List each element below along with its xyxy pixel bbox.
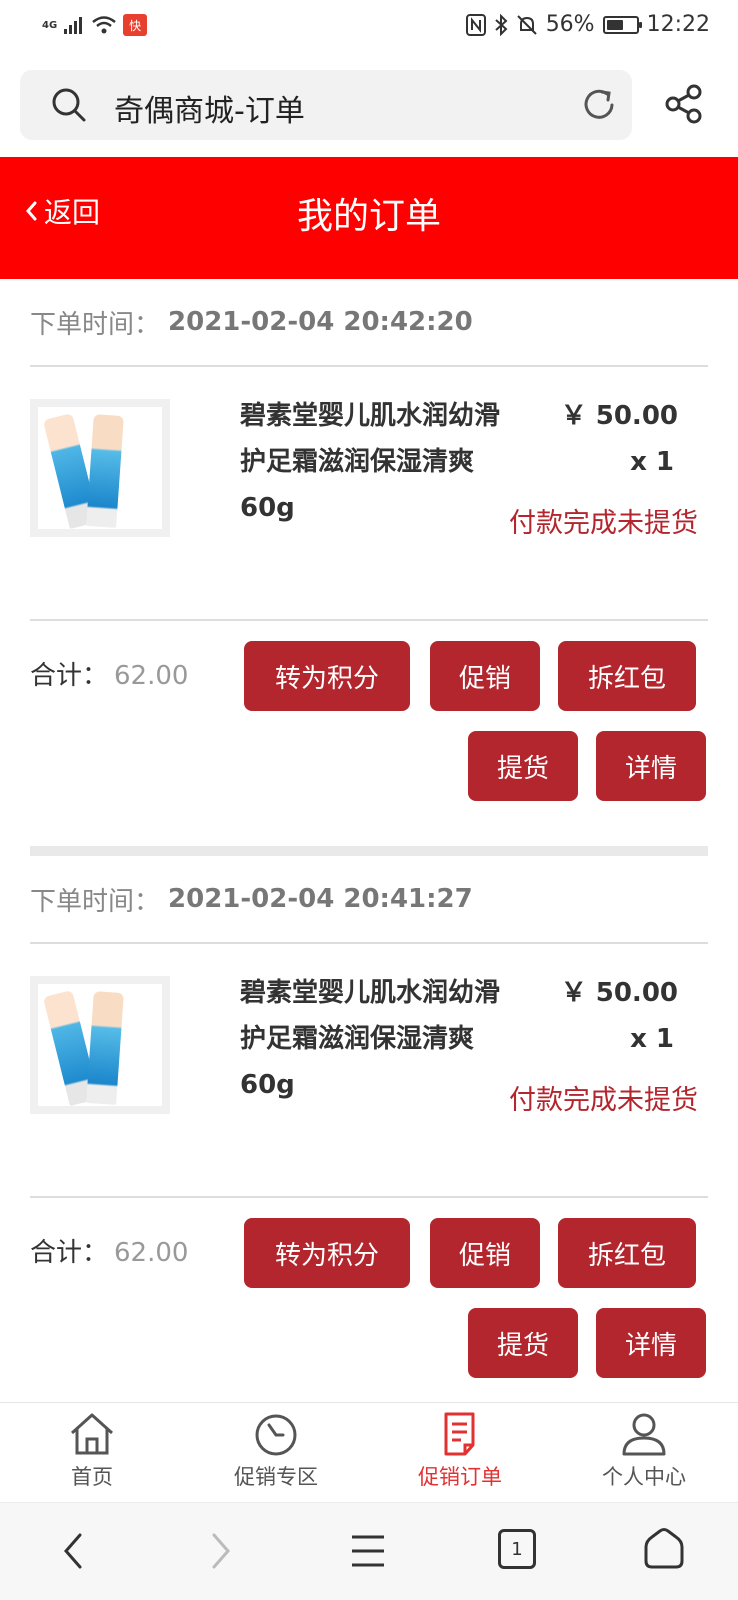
order-time-value: 2021-02-04 20:41:27 [168,884,473,914]
order-card: 下单时间： 2021-02-04 20:42:20 碧素堂婴儿肌水润幼滑护足霜滋… [30,279,708,841]
product-name[interactable]: 碧素堂婴儿肌水润幼滑护足霜滋润保湿清爽60g [240,970,510,1108]
bluetooth-icon [495,13,508,36]
order-total: 合计： 62.00 [30,1232,188,1269]
battery-icon [602,15,642,34]
status-right: 56% 12:22 [465,12,710,37]
promo-button[interactable]: 促销 [430,641,540,711]
order-status: 付款完成未提货 [509,1085,698,1116]
order-time-row: 下单时间： 2021-02-04 20:42:20 [30,279,708,367]
order-actions: 合计： 62.00 转为积分 促销 拆红包 提货 详情 [30,621,708,841]
user-icon [622,1413,666,1456]
tab-promotions[interactable]: 促销专区 [184,1411,368,1491]
product-image [38,407,162,529]
app-notification-icon: 快 [123,14,148,36]
home-icon [70,1413,114,1455]
promo-button[interactable]: 促销 [430,1218,540,1288]
details-button[interactable]: 详情 [596,731,706,801]
product-name[interactable]: 碧素堂婴儿肌水润幼滑护足霜滋润保湿清爽60g [240,393,510,531]
product-quantity: x 1 [630,447,674,477]
tabs-count: 1 [511,1538,523,1560]
tab-profile[interactable]: 个人中心 [552,1411,736,1491]
total-label: 合计： [30,1238,109,1268]
tab-label: 个人中心 [602,1465,686,1489]
red-packet-button[interactable]: 拆红包 [558,1218,696,1288]
clock: 12:22 [646,12,710,37]
product-thumbnail[interactable] [30,399,170,537]
page-header: 返回 我的订单 [0,157,738,279]
signal-icon [64,17,83,34]
product-tube-shape [86,991,124,1105]
product-price: ￥ 50.00 [560,978,678,1008]
total-value: 62.00 [114,661,189,691]
refresh-icon[interactable] [580,86,618,124]
convert-points-button[interactable]: 转为积分 [244,1218,410,1288]
back-arrow-icon[interactable] [60,1531,88,1571]
wifi-icon [92,16,116,34]
tab-label: 首页 [71,1465,113,1489]
product-tube-shape [86,414,124,528]
order-divider [30,846,708,856]
order-time-value: 2021-02-04 20:42:20 [168,307,473,337]
order-product[interactable]: 碧素堂婴儿肌水润幼滑护足霜滋润保湿清爽60g ￥ 50.00 x 1 付款完成未… [30,944,708,1198]
order-actions: 合计： 62.00 转为积分 促销 拆红包 提货 详情 [30,1198,708,1418]
timer-icon [255,1414,297,1456]
order-doc-icon [444,1412,475,1456]
order-status: 付款完成未提货 [509,508,698,539]
order-time-label: 下单时间： [30,886,161,917]
order-card: 下单时间： 2021-02-04 20:41:27 碧素堂婴儿肌水润幼滑护足霜滋… [30,856,708,1418]
order-time-row: 下单时间： 2021-02-04 20:41:27 [30,856,708,944]
battery-level [606,19,623,30]
forward-arrow-icon[interactable] [206,1531,234,1571]
home-nav-icon[interactable] [642,1527,686,1571]
address-text[interactable]: 奇偶商城-订单 [114,86,305,130]
order-total: 合计： 62.00 [30,655,188,692]
product-image [38,984,162,1106]
search-icon[interactable] [50,86,88,124]
status-left: 4G 快 [42,14,148,36]
pickup-button[interactable]: 提货 [468,1308,578,1378]
battery-percent: 56% [545,12,595,37]
browser-nav-bar: 1 [0,1502,738,1600]
order-product[interactable]: 碧素堂婴儿肌水润幼滑护足霜滋润保湿清爽60g ￥ 50.00 x 1 付款完成未… [30,367,708,621]
pickup-button[interactable]: 提货 [468,731,578,801]
bottom-tab-bar: 首页 促销专区 促销订单 个人中心 [0,1402,738,1502]
convert-points-button[interactable]: 转为积分 [244,641,410,711]
share-icon[interactable] [664,84,704,124]
tab-home[interactable]: 首页 [0,1411,184,1491]
status-bar: 4G 快 56% 12:22 [0,0,738,56]
battery-tip [638,21,642,28]
total-label: 合计： [30,661,109,691]
menu-icon[interactable] [348,1531,388,1571]
product-thumbnail[interactable] [30,976,170,1114]
page-title: 我的订单 [296,196,441,237]
tab-label: 促销专区 [234,1465,318,1489]
product-quantity: x 1 [630,1024,674,1054]
tabs-count-button[interactable]: 1 [498,1529,536,1569]
order-time-label: 下单时间： [30,309,161,340]
total-value: 62.00 [114,1238,189,1268]
address-bar[interactable]: 奇偶商城-订单 [20,70,632,140]
mute-bell-icon [516,14,537,35]
tab-label: 促销订单 [418,1465,502,1489]
red-packet-button[interactable]: 拆红包 [558,641,696,711]
nfc-icon [465,13,486,36]
network-type: 4G [42,19,58,31]
product-price: ￥ 50.00 [560,401,678,431]
details-button[interactable]: 详情 [596,1308,706,1378]
tab-promo-orders[interactable]: 促销订单 [368,1411,552,1491]
